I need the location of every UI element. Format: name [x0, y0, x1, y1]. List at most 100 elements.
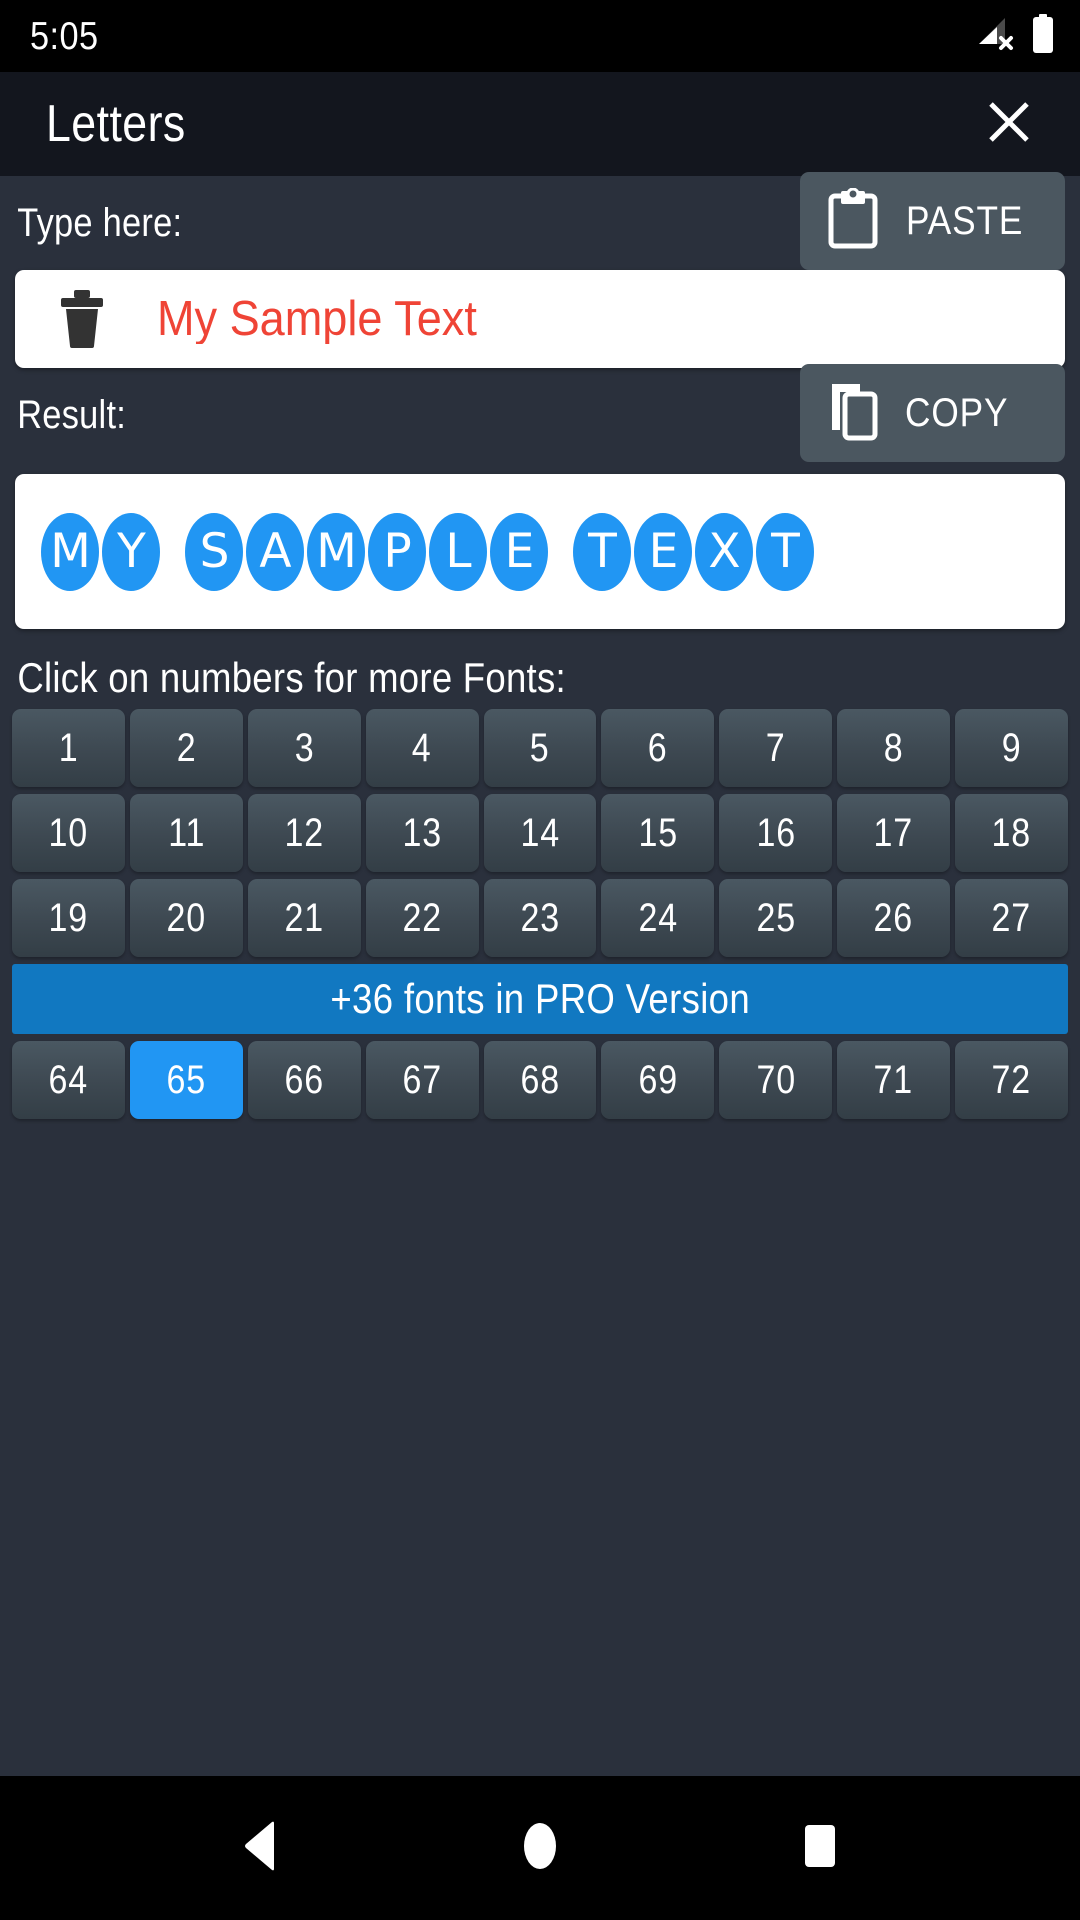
font-button-2[interactable]: 2 — [129, 709, 243, 787]
nav-recents-button[interactable] — [760, 1788, 880, 1908]
android-nav-bar — [0, 1776, 1080, 1920]
font-button-67[interactable]: 67 — [365, 1041, 479, 1119]
battery-full-icon — [1032, 13, 1054, 59]
font-button-3[interactable]: 3 — [247, 709, 361, 787]
status-icon-group — [975, 13, 1054, 59]
font-button-label: 7 — [765, 726, 786, 770]
pro-version-banner[interactable]: +36 fonts in PRO Version — [12, 964, 1068, 1034]
font-button-69[interactable]: 69 — [601, 1041, 715, 1119]
font-button-label: 72 — [991, 1058, 1032, 1102]
font-button-label: 20 — [166, 896, 207, 940]
home-circle-icon — [515, 1819, 565, 1878]
font-button-11[interactable]: 11 — [129, 794, 243, 872]
font-button-8[interactable]: 8 — [837, 709, 951, 787]
font-button-10[interactable]: 10 — [12, 794, 125, 872]
font-button-65[interactable]: 65 — [129, 1041, 243, 1119]
fonts-grid-row: 19 20 21 22 23 24 25 26 27 — [0, 879, 1080, 957]
page-title: Letters — [46, 95, 186, 153]
font-button-label: 8 — [883, 726, 904, 770]
font-button-label: 14 — [520, 811, 560, 855]
input-label: Type here: — [17, 201, 183, 245]
font-button-label: 24 — [638, 896, 678, 940]
result-output-value: MYSAMPLETEXT — [41, 512, 817, 591]
title-bar: Letters — [0, 72, 1080, 176]
font-button-label: 68 — [520, 1058, 560, 1102]
font-button-label: 19 — [48, 896, 89, 940]
back-triangle-icon — [236, 1819, 284, 1878]
font-button-4[interactable]: 4 — [365, 709, 479, 787]
font-button-71[interactable]: 71 — [837, 1041, 951, 1119]
font-button-label: 13 — [402, 811, 442, 855]
input-label-row: Type here: PASTE — [0, 172, 1080, 270]
fonts-grid-row: 10 11 12 13 14 15 16 17 18 — [0, 794, 1080, 872]
font-button-13[interactable]: 13 — [365, 794, 479, 872]
text-input-field[interactable]: My Sample Text — [15, 270, 1065, 368]
font-button-label: 18 — [991, 811, 1032, 855]
font-button-66[interactable]: 66 — [247, 1041, 361, 1119]
font-button-label: 65 — [166, 1058, 207, 1102]
paste-button[interactable]: PASTE — [800, 172, 1065, 270]
result-label: Result: — [17, 393, 127, 437]
font-button-label: 16 — [756, 811, 796, 855]
font-button-5[interactable]: 5 — [483, 709, 597, 787]
font-button-label: 26 — [873, 896, 914, 940]
font-button-25[interactable]: 25 — [719, 879, 833, 957]
font-button-label: 2 — [176, 726, 197, 770]
signal-no-service-icon — [975, 16, 1015, 57]
close-icon — [983, 96, 1035, 153]
font-button-23[interactable]: 23 — [483, 879, 597, 957]
font-button-70[interactable]: 70 — [719, 1041, 833, 1119]
status-clock: 5:05 — [30, 14, 99, 58]
font-button-label: 11 — [167, 811, 205, 855]
font-button-16[interactable]: 16 — [719, 794, 833, 872]
fonts-grid: 1 2 3 4 5 6 7 8 9 10 11 12 13 14 15 16 17 18 19 20 21 22 23 24 2… — [0, 709, 1080, 1126]
font-button-15[interactable]: 15 — [601, 794, 715, 872]
font-button-6[interactable]: 6 — [601, 709, 715, 787]
nav-back-button[interactable] — [200, 1788, 320, 1908]
fonts-grid-row: 64 65 66 67 68 69 70 71 72 — [0, 1041, 1080, 1119]
font-button-label: 6 — [648, 726, 668, 770]
font-button-64[interactable]: 64 — [12, 1041, 125, 1119]
nav-home-button[interactable] — [480, 1788, 600, 1908]
font-button-label: 23 — [520, 896, 560, 940]
close-button[interactable] — [972, 87, 1046, 161]
font-button-label: 1 — [58, 726, 79, 770]
recents-square-icon — [795, 1819, 845, 1878]
font-button-7[interactable]: 7 — [719, 709, 833, 787]
font-button-12[interactable]: 12 — [247, 794, 361, 872]
font-button-21[interactable]: 21 — [247, 879, 361, 957]
font-button-label: 66 — [284, 1058, 324, 1102]
trash-icon[interactable] — [53, 288, 111, 350]
fonts-heading: Click on numbers for more Fonts: — [17, 654, 566, 701]
font-button-9[interactable]: 9 — [955, 709, 1069, 787]
font-button-14[interactable]: 14 — [483, 794, 597, 872]
font-button-1[interactable]: 1 — [12, 709, 125, 787]
font-button-17[interactable]: 17 — [837, 794, 951, 872]
font-button-22[interactable]: 22 — [365, 879, 479, 957]
font-button-label: 17 — [873, 811, 914, 855]
status-bar: 5:05 — [0, 0, 1080, 72]
fonts-grid-row: 1 2 3 4 5 6 7 8 9 — [0, 709, 1080, 787]
font-button-label: 70 — [756, 1058, 796, 1102]
copy-button-label: COPY — [905, 391, 1009, 435]
result-output-panel[interactable]: MYSAMPLETEXT — [15, 474, 1065, 629]
font-button-label: 3 — [294, 726, 315, 770]
font-button-68[interactable]: 68 — [483, 1041, 597, 1119]
font-button-label: 5 — [530, 726, 550, 770]
font-button-label: 4 — [412, 726, 432, 770]
font-button-20[interactable]: 20 — [129, 879, 243, 957]
paste-button-label: PASTE — [905, 199, 1024, 243]
pro-version-label: +36 fonts in PRO Version — [330, 975, 750, 1022]
font-button-18[interactable]: 18 — [955, 794, 1069, 872]
font-button-label: 71 — [873, 1058, 914, 1102]
font-button-19[interactable]: 19 — [12, 879, 125, 957]
font-button-27[interactable]: 27 — [955, 879, 1069, 957]
text-input-value: My Sample Text — [157, 294, 477, 344]
result-label-row: Result: COPY — [0, 364, 1080, 462]
font-button-26[interactable]: 26 — [837, 879, 951, 957]
font-button-label: 27 — [991, 896, 1032, 940]
font-button-72[interactable]: 72 — [955, 1041, 1069, 1119]
font-button-24[interactable]: 24 — [601, 879, 715, 957]
font-button-label: 67 — [402, 1058, 442, 1102]
copy-button[interactable]: COPY — [800, 364, 1065, 462]
